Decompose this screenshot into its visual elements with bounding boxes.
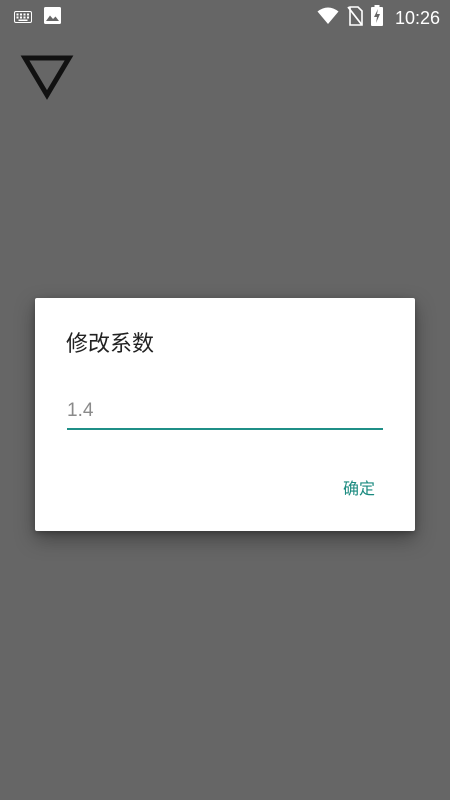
status-bar-right: 10:26 bbox=[317, 5, 440, 30]
dialog-title: 修改系数 bbox=[66, 332, 155, 357]
status-bar-left bbox=[14, 7, 61, 28]
no-sim-icon bbox=[347, 5, 363, 30]
keyboard-icon bbox=[14, 8, 32, 27]
coefficient-input[interactable] bbox=[67, 394, 383, 430]
coefficient-dialog: 修改系数 确定 bbox=[35, 298, 415, 531]
status-bar: 10:26 bbox=[0, 0, 450, 32]
battery-charging-icon bbox=[370, 5, 383, 30]
nabla-triangle-icon[interactable] bbox=[20, 54, 74, 102]
coefficient-input-wrapper bbox=[67, 394, 383, 432]
confirm-button[interactable]: 确定 bbox=[343, 478, 375, 500]
image-icon bbox=[44, 7, 61, 28]
status-time: 10:26 bbox=[394, 7, 440, 28]
wifi-icon bbox=[317, 7, 339, 29]
